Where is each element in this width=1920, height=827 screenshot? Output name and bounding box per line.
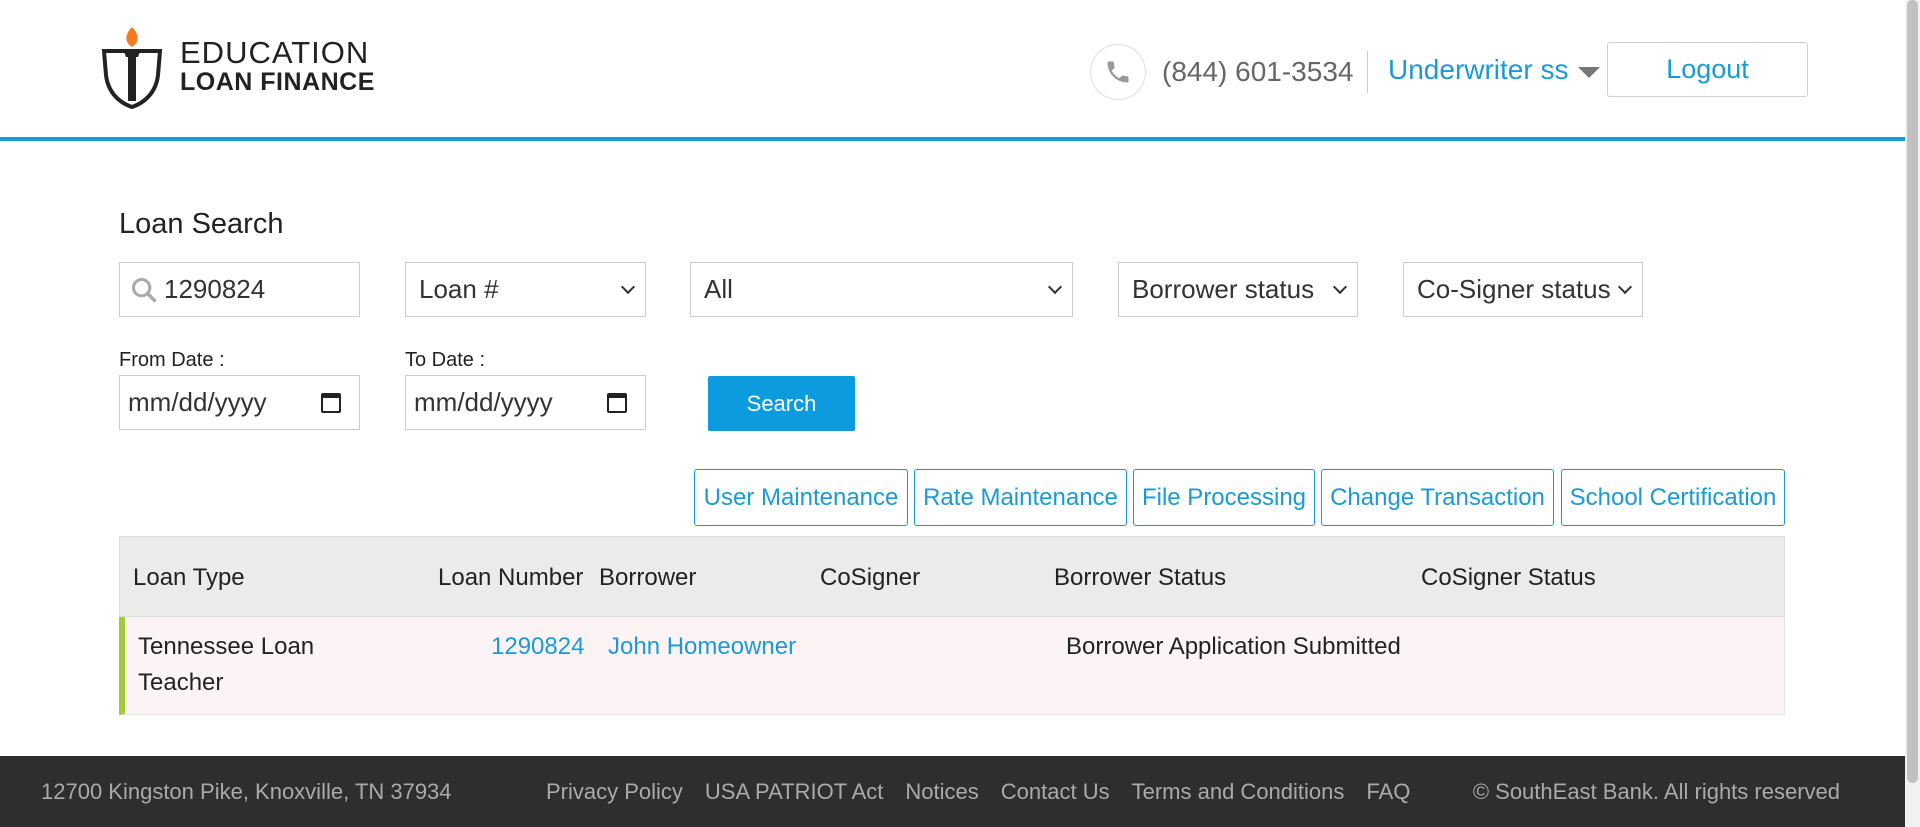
page-scrollbar[interactable]: [1905, 0, 1920, 827]
to-date-placeholder: mm/dd/yyyy: [414, 387, 553, 417]
phone-number: (844) 601-3534: [1162, 51, 1369, 93]
school-certification-button[interactable]: School Certification: [1561, 469, 1785, 526]
footer-links: Privacy Policy USA PATRIOT Act Notices C…: [546, 756, 1432, 827]
logo-line-1: EDUCATION: [180, 35, 370, 70]
footer-link-contact-us[interactable]: Contact Us: [1001, 756, 1110, 827]
user-menu-label: Underwriter ss: [1388, 54, 1569, 85]
column-header-cosigner[interactable]: CoSigner: [820, 537, 920, 618]
loan-results-table: Loan Type Loan Number Borrower CoSigner …: [119, 536, 1785, 715]
cell-borrower-link[interactable]: John Homeowner: [608, 633, 796, 661]
to-date-label: To Date :: [405, 349, 486, 371]
column-header-loan-type[interactable]: Loan Type: [133, 537, 245, 618]
logo-line-2: LOAN FINANCE: [180, 68, 375, 96]
chevron-down-icon: [1332, 279, 1348, 294]
footer-address: 12700 Kingston Pike, Knoxville, TN 37934: [41, 779, 452, 804]
footer-link-faq[interactable]: FAQ: [1366, 756, 1410, 827]
footer-link-notices[interactable]: Notices: [905, 756, 978, 827]
footer-copyright: © SouthEast Bank. All rights reserved: [1472, 779, 1840, 804]
search-button[interactable]: Search: [708, 376, 855, 431]
cell-loan-type-line1: Tennessee Loan: [138, 633, 315, 660]
search-input[interactable]: [164, 274, 334, 305]
cosigner-status-select[interactable]: Co-Signer status: [1403, 262, 1643, 317]
rate-maintenance-button[interactable]: Rate Maintenance: [914, 469, 1127, 526]
cell-borrower-status: Borrower Application Submitted: [1066, 633, 1401, 660]
cell-loan-number-link[interactable]: 1290824: [491, 633, 584, 661]
chevron-down-icon: [1047, 279, 1063, 294]
chevron-down-icon: [1617, 279, 1633, 294]
footer-link-usa-patriot-act[interactable]: USA PATRIOT Act: [705, 756, 884, 827]
search-by-select[interactable]: Loan #: [405, 262, 646, 317]
change-transaction-button[interactable]: Change Transaction: [1321, 469, 1554, 526]
logo-wordmark: EDUCATION LOAN FINANCE: [180, 37, 375, 95]
torch-shield-icon: [101, 27, 163, 109]
logout-button[interactable]: Logout: [1607, 42, 1808, 97]
from-date-field[interactable]: mm/dd/yyyy: [119, 375, 360, 430]
borrower-status-value: Borrower status: [1132, 274, 1315, 304]
caret-down-icon: [1578, 66, 1601, 78]
footer-link-terms-and-conditions[interactable]: Terms and Conditions: [1132, 756, 1345, 827]
column-header-cosigner-status[interactable]: CoSigner Status: [1421, 537, 1596, 618]
loan-type-value: All: [704, 274, 733, 304]
search-field[interactable]: [119, 262, 360, 317]
table-header: Loan Type Loan Number Borrower CoSigner …: [119, 536, 1785, 617]
table-row[interactable]: Tennessee Loan Teacher 1290824 John Home…: [119, 617, 1785, 715]
column-header-loan-number[interactable]: Loan Number: [438, 537, 583, 618]
cosigner-status-value: Co-Signer status: [1417, 274, 1611, 304]
from-date-placeholder: mm/dd/yyyy: [128, 387, 267, 417]
borrower-status-select[interactable]: Borrower status: [1118, 262, 1358, 317]
from-date-label: From Date :: [119, 349, 225, 371]
file-processing-button[interactable]: File Processing: [1133, 469, 1315, 526]
footer-link-privacy-policy[interactable]: Privacy Policy: [546, 756, 683, 827]
page-title: Loan Search: [119, 208, 284, 240]
chevron-down-icon: [620, 279, 636, 294]
search-by-value: Loan #: [419, 274, 499, 304]
phone-icon[interactable]: [1090, 44, 1146, 100]
site-header: EDUCATION LOAN FINANCE (844) 601-3534 Un…: [0, 0, 1905, 141]
loan-type-select[interactable]: All: [690, 262, 1073, 317]
phone-contact: (844) 601-3534: [1090, 44, 1369, 100]
site-footer: 12700 Kingston Pike, Knoxville, TN 37934…: [0, 756, 1905, 827]
education-loan-finance-logo[interactable]: EDUCATION LOAN FINANCE: [98, 22, 398, 110]
user-menu-dropdown[interactable]: Underwriter ss: [1388, 50, 1601, 90]
search-icon: [131, 277, 157, 302]
cell-loan-type-line2: Teacher: [138, 669, 224, 696]
calendar-icon[interactable]: [607, 392, 627, 413]
calendar-icon[interactable]: [321, 392, 341, 413]
column-header-borrower-status[interactable]: Borrower Status: [1054, 537, 1226, 618]
column-header-borrower[interactable]: Borrower: [599, 537, 696, 618]
to-date-field[interactable]: mm/dd/yyyy: [405, 375, 646, 430]
scrollbar-thumb[interactable]: [1907, 0, 1918, 783]
user-maintenance-button[interactable]: User Maintenance: [694, 469, 908, 526]
